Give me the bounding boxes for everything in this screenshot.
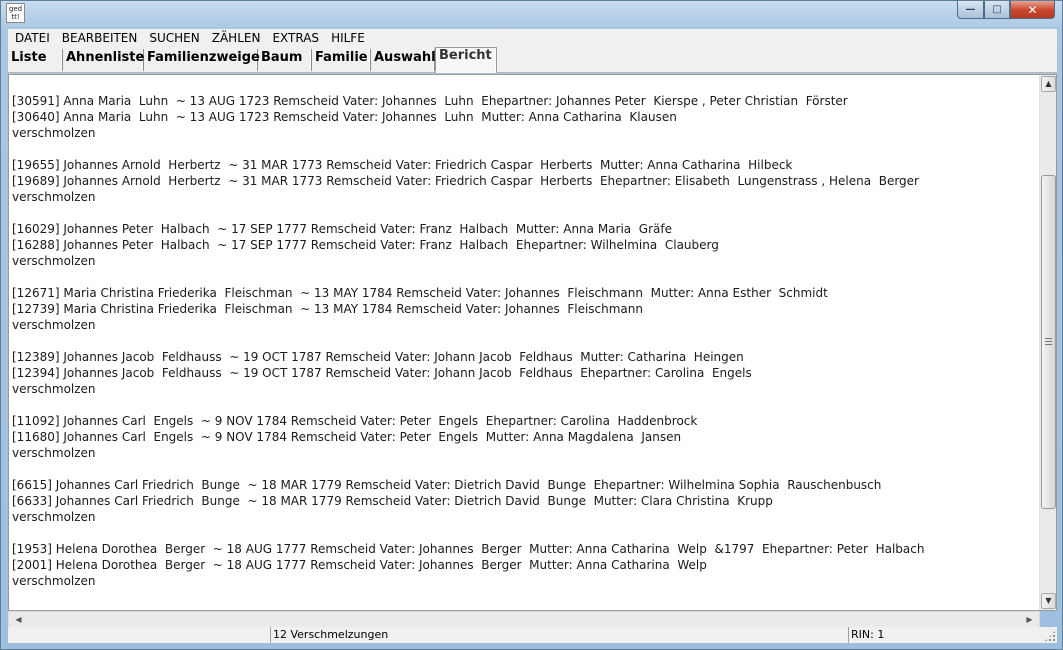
resize-grip-icon[interactable] (1044, 630, 1056, 642)
scroll-grip-icon (1045, 338, 1052, 345)
tab-ahnenliste[interactable]: Ahnenliste (63, 49, 144, 71)
report-line: [2001] Helena Dorothea Berger ~ 18 AUG 1… (12, 558, 707, 572)
tab-bericht[interactable]: Bericht (435, 47, 497, 73)
tab-familienzweige[interactable]: Familienzweige (144, 49, 260, 71)
menu-bar: DATEI BEARBEITEN SUCHEN ZÄHLEN EXTRAS HI… (8, 29, 1057, 47)
maximize-button[interactable]: □ (984, 1, 1010, 19)
menu-extras[interactable]: EXTRAS (267, 31, 326, 45)
title-bar[interactable]: ged tt! — □ ✕ (1, 1, 1062, 28)
tab-auswahl[interactable]: Auswahl (371, 49, 436, 71)
report-line: [6615] Johannes Carl Friedrich Bunge ~ 1… (12, 478, 882, 492)
menu-datei[interactable]: DATEI (10, 31, 57, 45)
scroll-up-arrow-icon[interactable]: ▲ (1041, 76, 1056, 92)
status-bar: 12 Verschmelzungen RIN: 1 (8, 627, 1057, 643)
merge-status-line: verschmolzen (12, 446, 96, 460)
close-button[interactable]: ✕ (1010, 1, 1055, 19)
report-line: [11680] Johannes Carl Engels ~ 9 NOV 178… (12, 430, 682, 444)
app-icon[interactable]: ged tt! (6, 3, 25, 23)
menu-zaehlen[interactable]: ZÄHLEN (207, 31, 268, 45)
scroll-down-arrow-icon[interactable]: ▼ (1041, 593, 1056, 609)
report-line: [16288] Johannes Peter Halbach ~ 17 SEP … (12, 238, 719, 252)
report-text[interactable]: [30591] Anna Maria Luhn ~ 13 AUG 1723 Re… (12, 93, 1036, 589)
vertical-scrollbar[interactable]: ▲ ▼ (1039, 75, 1056, 610)
maximize-icon: □ (992, 4, 1002, 15)
report-line: [6633] Johannes Carl Friedrich Bunge ~ 1… (12, 494, 773, 508)
merge-status-line: verschmolzen (12, 126, 96, 140)
report-line: [12671] Maria Christina Friederika Fleis… (12, 286, 828, 300)
merge-status-line: verschmolzen (12, 318, 96, 332)
merge-status-line: verschmolzen (12, 574, 96, 588)
merge-status-line: verschmolzen (12, 254, 96, 268)
merge-status-line: verschmolzen (12, 382, 96, 396)
report-line: [12739] Maria Christina Friederika Fleis… (12, 302, 643, 316)
scroll-left-arrow-icon[interactable]: ◀ (11, 613, 26, 627)
window-controls: — □ ✕ (957, 1, 1055, 19)
status-pane-left (8, 627, 270, 643)
merge-status-line: verschmolzen (12, 510, 96, 524)
app-window: ged tt! — □ ✕ DATEI BEARBEITEN SUCHEN ZÄ… (0, 0, 1063, 650)
report-line: [11092] Johannes Carl Engels ~ 9 NOV 178… (12, 414, 698, 428)
status-merge-count: 12 Verschmelzungen (270, 627, 848, 643)
report-line: [16029] Johannes Peter Halbach ~ 17 SEP … (12, 222, 672, 236)
tab-familie[interactable]: Familie (312, 49, 371, 71)
menu-suchen[interactable]: SUCHEN (144, 31, 206, 45)
status-rin: RIN: 1 (848, 627, 1043, 643)
menu-hilfe[interactable]: HILFE (326, 31, 372, 45)
horizontal-scrollbar[interactable]: ◀ ▶ (8, 611, 1040, 628)
report-line: [30640] Anna Maria Luhn ~ 13 AUG 1723 Re… (12, 110, 677, 124)
report-line: [19655] Johannes Arnold Herbertz ~ 31 MA… (12, 158, 793, 172)
scroll-right-arrow-icon[interactable]: ▶ (1022, 613, 1037, 627)
minimize-button[interactable]: — (957, 1, 984, 19)
report-line: [19689] Johannes Arnold Herbertz ~ 31 MA… (12, 174, 919, 188)
report-panel[interactable]: [30591] Anna Maria Luhn ~ 13 AUG 1723 Re… (8, 74, 1057, 611)
tab-baum[interactable]: Baum (258, 49, 312, 71)
tab-liste[interactable]: Liste (8, 49, 63, 71)
report-line: [12394] Johannes Jacob Feldhauss ~ 19 OC… (12, 366, 752, 380)
tab-bar: Liste Ahnenliste Familienzweige Baum Fam… (8, 47, 1057, 73)
merge-status-line: verschmolzen (12, 190, 96, 204)
report-line: [1953] Helena Dorothea Berger ~ 18 AUG 1… (12, 542, 925, 556)
minimize-icon: — (965, 4, 976, 15)
menu-bearbeiten[interactable]: BEARBEITEN (57, 31, 145, 45)
report-line: [12389] Johannes Jacob Feldhauss ~ 19 OC… (12, 350, 744, 364)
scroll-thumb[interactable] (1041, 175, 1056, 509)
close-icon: ✕ (1027, 2, 1038, 17)
report-line: [30591] Anna Maria Luhn ~ 13 AUG 1723 Re… (12, 94, 848, 108)
